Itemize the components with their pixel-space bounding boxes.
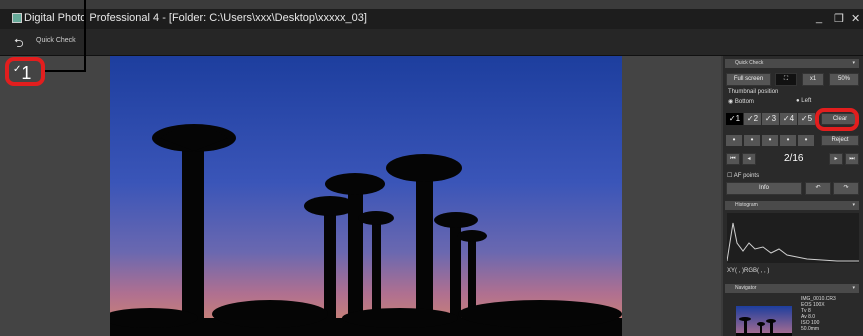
mark-button[interactable]: • <box>744 135 760 146</box>
baobab-photo <box>110 56 622 336</box>
prev-image-button[interactable]: ◂ <box>742 153 756 165</box>
zoom-x1-button[interactable]: x1 <box>802 73 824 86</box>
last-image-button[interactable]: ⏭ <box>845 153 859 165</box>
image-metadata: IMG_0010.CR3 EOS 100X Tv 8 Av 8.0 ISO 10… <box>801 296 836 332</box>
histogram-header[interactable]: Histogram ▾ <box>725 201 859 210</box>
first-image-button[interactable]: ⏮ <box>726 153 740 165</box>
callout-leader-line <box>44 70 86 72</box>
radio-selected-icon: ◉ <box>728 99 734 105</box>
collapse-icon: ▾ <box>852 285 855 291</box>
rating-5-button[interactable]: ✓5 <box>798 113 815 125</box>
histogram-graph <box>727 213 859 263</box>
callout-rating-highlight <box>5 57 45 86</box>
rating-4-button[interactable]: ✓4 <box>780 113 797 125</box>
rating-3-button[interactable]: ✓3 <box>762 113 779 125</box>
navigator-header[interactable]: Navigator ▾ <box>725 284 859 293</box>
checkbox-icon: ☐ <box>727 173 733 179</box>
minimize-button[interactable]: _ <box>816 12 822 24</box>
toolbar: ⮌ Quick Check <box>0 29 863 56</box>
histogram-readout: XY( , )RGB( , , ) <box>727 268 770 274</box>
prev-icon: ◂ <box>747 156 751 162</box>
last-icon: ⏭ <box>849 156 855 162</box>
callout-clear-highlight <box>815 108 859 131</box>
quick-check-header[interactable]: Quick Check ▾ <box>725 59 859 68</box>
thumbnail-left-radio[interactable]: ● Left <box>796 98 811 104</box>
mark-button[interactable]: • <box>762 135 778 146</box>
fit-to-window-button[interactable]: ⛶ <box>775 73 797 86</box>
restore-button[interactable]: ❒ <box>834 12 844 25</box>
quick-check-panel: Quick Check ▾ Full screen ⛶ x1 50% Thumbn… <box>723 56 863 336</box>
reject-button[interactable]: Reject <box>821 135 859 146</box>
image-counter: 2/16 <box>784 153 804 164</box>
full-screen-button[interactable]: Full screen <box>726 73 771 86</box>
af-points-checkbox[interactable]: ☐ AF points <box>727 172 759 179</box>
next-image-button[interactable]: ▸ <box>829 153 843 165</box>
title-bar: Digital Photo Professional 4 - [Folder: … <box>0 9 863 29</box>
close-button[interactable]: ✕ <box>851 12 860 25</box>
app-window: Digital Photo Professional 4 - [Folder: … <box>0 0 863 336</box>
thumbnail-position-label: Thumbnail position <box>728 89 779 95</box>
app-icon <box>12 13 22 24</box>
preview-image <box>110 56 622 336</box>
rotate-left-icon: ↶ <box>815 185 821 191</box>
next-icon: ▸ <box>834 156 838 162</box>
back-arrow-icon[interactable]: ⮌ <box>14 34 24 55</box>
rating-1-button[interactable]: ✓1 <box>726 113 743 125</box>
fit-icon: ⛶ <box>783 76 789 82</box>
rotate-left-button[interactable]: ↶ <box>805 182 831 195</box>
mark-button[interactable]: • <box>798 135 814 146</box>
callout-leader-line <box>84 0 86 72</box>
zoom-percent-select[interactable]: 50% <box>829 73 859 86</box>
info-button[interactable]: Info <box>726 182 802 195</box>
rotate-right-button[interactable]: ↷ <box>833 182 859 195</box>
collapse-icon: ▾ <box>852 202 855 208</box>
quick-check-label: Quick Check <box>36 37 76 44</box>
mark-button[interactable]: • <box>780 135 796 146</box>
mark-button[interactable]: • <box>726 135 742 146</box>
navigator-thumbnail[interactable] <box>736 306 792 336</box>
rotate-right-icon: ↷ <box>843 185 849 191</box>
radio-selected-icon: ● <box>796 98 800 104</box>
first-icon: ⏮ <box>730 156 736 162</box>
rating-2-button[interactable]: ✓2 <box>744 113 761 125</box>
thumbnail-bottom-radio[interactable]: ◉ Bottom <box>728 98 754 105</box>
window-title: Digital Photo Professional 4 - [Folder: … <box>12 12 367 24</box>
collapse-icon: ▾ <box>852 60 855 66</box>
